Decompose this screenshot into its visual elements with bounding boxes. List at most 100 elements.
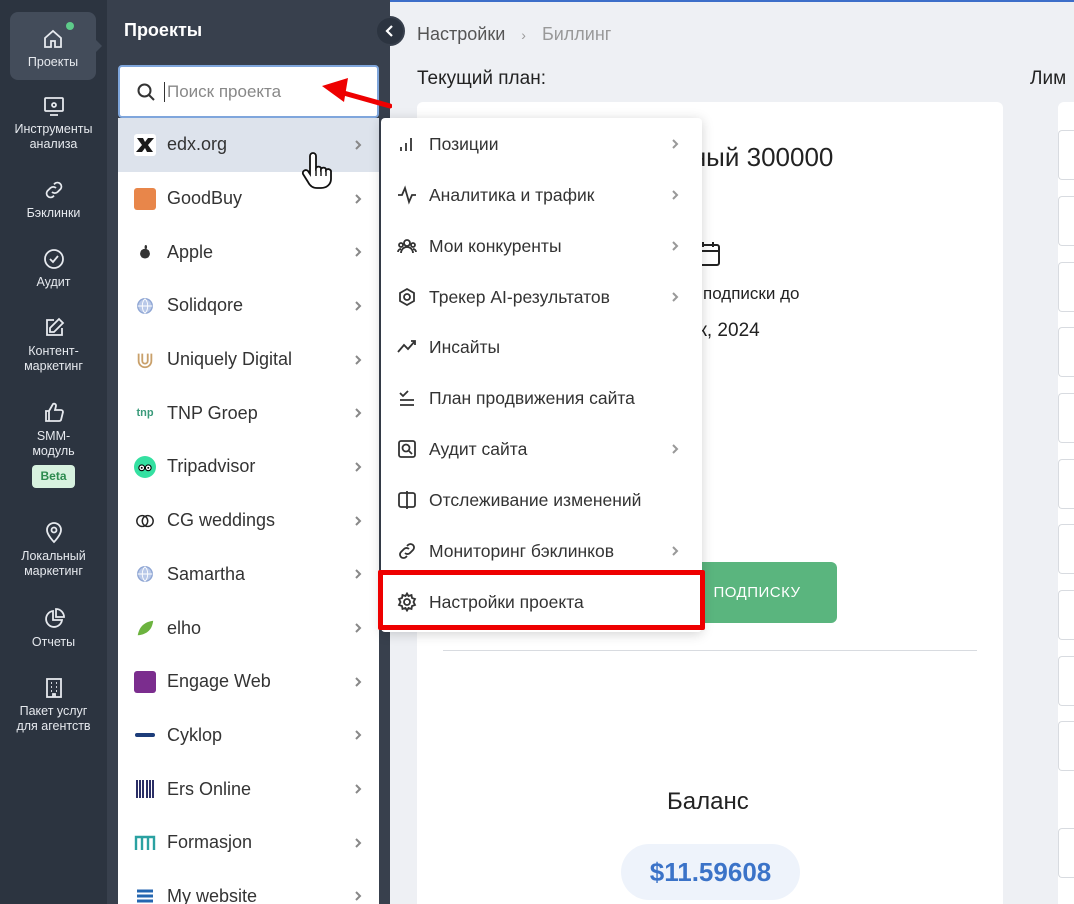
chevron-right-icon <box>670 292 680 302</box>
breadcrumb-settings[interactable]: Настройки <box>417 24 505 45</box>
project-item-uniquely-digital[interactable]: Uniquely Digital <box>118 332 379 387</box>
project-item-my-website[interactable]: My website <box>118 869 379 904</box>
annotation-arrow-icon <box>322 78 392 109</box>
menu-item-ai-tracker[interactable]: Трекер AI-результатов <box>381 277 702 317</box>
balance-value: $11.59608 <box>621 844 800 900</box>
rail-item-content-marketing[interactable]: Контент-маркетинг <box>0 316 107 374</box>
collapse-panel-button[interactable] <box>375 16 405 46</box>
project-item-cg-weddings[interactable]: CG weddings <box>118 493 379 548</box>
rail-item-label: Инструменты анализа <box>14 122 93 151</box>
menu-item-backlink-monitoring[interactable]: Мониторинг бэклинков <box>381 531 702 571</box>
chevron-right-icon <box>353 140 363 150</box>
trend-icon <box>397 340 416 353</box>
limit-item <box>1058 590 1074 640</box>
rail-item-label: Проекты <box>27 54 79 69</box>
chevron-right-icon <box>353 730 363 741</box>
divider <box>443 650 977 651</box>
limits-heading: Лим <box>1030 68 1067 89</box>
project-item-solidqore[interactable]: Solidqore <box>118 279 379 333</box>
rail-item-analysis-tools[interactable]: Инструменты анализа <box>0 94 107 152</box>
menu-item-label: Настройки проекта <box>429 591 584 612</box>
rail-item-label: Локальный маркетинг <box>21 549 86 578</box>
rail-item-audit[interactable]: Аудит <box>0 247 107 290</box>
project-item-formasjon[interactable]: Formasjon <box>118 815 379 870</box>
chevron-right-icon <box>353 569 363 580</box>
project-item-ers-online[interactable]: Ers Online <box>118 762 379 816</box>
monitor-icon <box>43 97 64 116</box>
beta-badge: Beta <box>32 465 75 488</box>
cg-weddings-logo-icon <box>134 509 156 532</box>
tnp-logo-icon: tnp <box>134 402 156 425</box>
compare-icon <box>398 491 416 509</box>
link-icon <box>399 543 415 559</box>
chevron-right-icon <box>670 546 680 556</box>
limit-item <box>1058 130 1074 180</box>
hand-cursor-icon <box>301 152 332 189</box>
menu-item-positions[interactable]: Позиции <box>381 124 702 164</box>
project-name: edx.org <box>167 134 228 155</box>
my-website-logo-icon <box>134 885 156 904</box>
project-name: TNP Groep <box>167 402 258 423</box>
project-item-tripadvisor[interactable]: Tripadvisor <box>118 440 379 494</box>
breadcrumb-billing: Биллинг <box>541 24 612 44</box>
tripadvisor-logo-icon <box>134 455 156 478</box>
project-item-edx[interactable]: edx.org <box>118 118 379 172</box>
project-item-cyklop[interactable]: Cyklop <box>118 708 379 763</box>
project-list: edx.org GoodBuy Apple Solidqore Uniquely… <box>118 118 379 904</box>
project-name: GoodBuy <box>167 188 243 209</box>
project-name: CG weddings <box>167 510 276 531</box>
menu-item-label: Мои конкуренты <box>429 235 562 256</box>
chevron-right-icon <box>353 623 363 633</box>
menu-item-project-settings[interactable]: Настройки проекта <box>381 582 702 622</box>
menu-item-analytics[interactable]: Аналитика и трафик <box>381 175 702 215</box>
formasjon-logo-icon <box>134 831 156 854</box>
menu-item-insights[interactable]: Инсайты <box>381 327 702 367</box>
rail-item-label: Бэклинки <box>26 206 81 220</box>
project-item-tnp-groep[interactable]: tnp TNP Groep <box>118 386 379 441</box>
rail-item-reports[interactable]: Отчеты <box>0 607 107 650</box>
rail-item-smm[interactable]: SMM-модуль Beta <box>0 401 107 488</box>
rail-item-agency-package[interactable]: Пакет услуг для агентств <box>0 676 107 734</box>
chevron-right-icon <box>353 247 363 257</box>
pie-chart-icon <box>44 608 65 628</box>
menu-item-label: Аудит сайта <box>429 438 528 459</box>
project-item-samartha[interactable]: Samartha <box>118 547 379 602</box>
checklist-icon <box>399 390 414 406</box>
project-name: Formasjon <box>167 832 253 853</box>
chevron-right-icon <box>353 784 363 794</box>
project-item-goodbuy[interactable]: GoodBuy <box>118 171 379 226</box>
menu-item-competitors[interactable]: Мои конкуренты <box>381 226 702 266</box>
rail-item-label: Аудит <box>36 275 71 289</box>
menu-item-label: План продвижения сайта <box>429 387 635 408</box>
search-icon <box>137 83 155 101</box>
limit-item <box>1058 828 1074 878</box>
rail-item-local-marketing[interactable]: Локальный маркетинг <box>0 521 107 579</box>
project-name: Cyklop <box>167 724 223 745</box>
bar-chart-icon <box>400 138 412 151</box>
menu-item-site-audit[interactable]: Аудит сайта <box>381 429 702 469</box>
rail-item-projects[interactable]: Проекты <box>10 12 96 80</box>
menu-item-promotion-plan[interactable]: План продвижения сайта <box>381 378 702 418</box>
rail-item-backlinks[interactable]: Бэклинки <box>0 178 107 221</box>
project-name: Tripadvisor <box>167 456 256 477</box>
globe-icon <box>134 563 156 586</box>
project-item-elho[interactable]: elho <box>118 601 379 655</box>
edit-icon <box>45 317 64 336</box>
project-name: elho <box>167 617 202 638</box>
project-item-engage-web[interactable]: Engage Web <box>118 654 379 709</box>
audit-icon <box>398 440 416 458</box>
ai-tracker-icon <box>399 287 415 307</box>
projects-title: Проекты <box>124 20 203 40</box>
building-icon <box>45 678 62 698</box>
projects-panel: Проекты edx.org GoodBuy Apple <box>107 0 405 904</box>
project-item-apple[interactable]: Apple <box>118 225 379 280</box>
limit-item <box>1058 459 1074 509</box>
menu-item-change-tracking[interactable]: Отслеживание изменений <box>381 480 702 520</box>
breadcrumb-separator-icon: › <box>521 26 526 43</box>
chevron-right-icon <box>670 241 680 251</box>
limit-item <box>1058 393 1074 443</box>
home-icon <box>44 29 62 48</box>
limit-item <box>1058 721 1074 771</box>
chevron-right-icon <box>353 408 363 418</box>
chevron-right-icon <box>670 139 680 149</box>
